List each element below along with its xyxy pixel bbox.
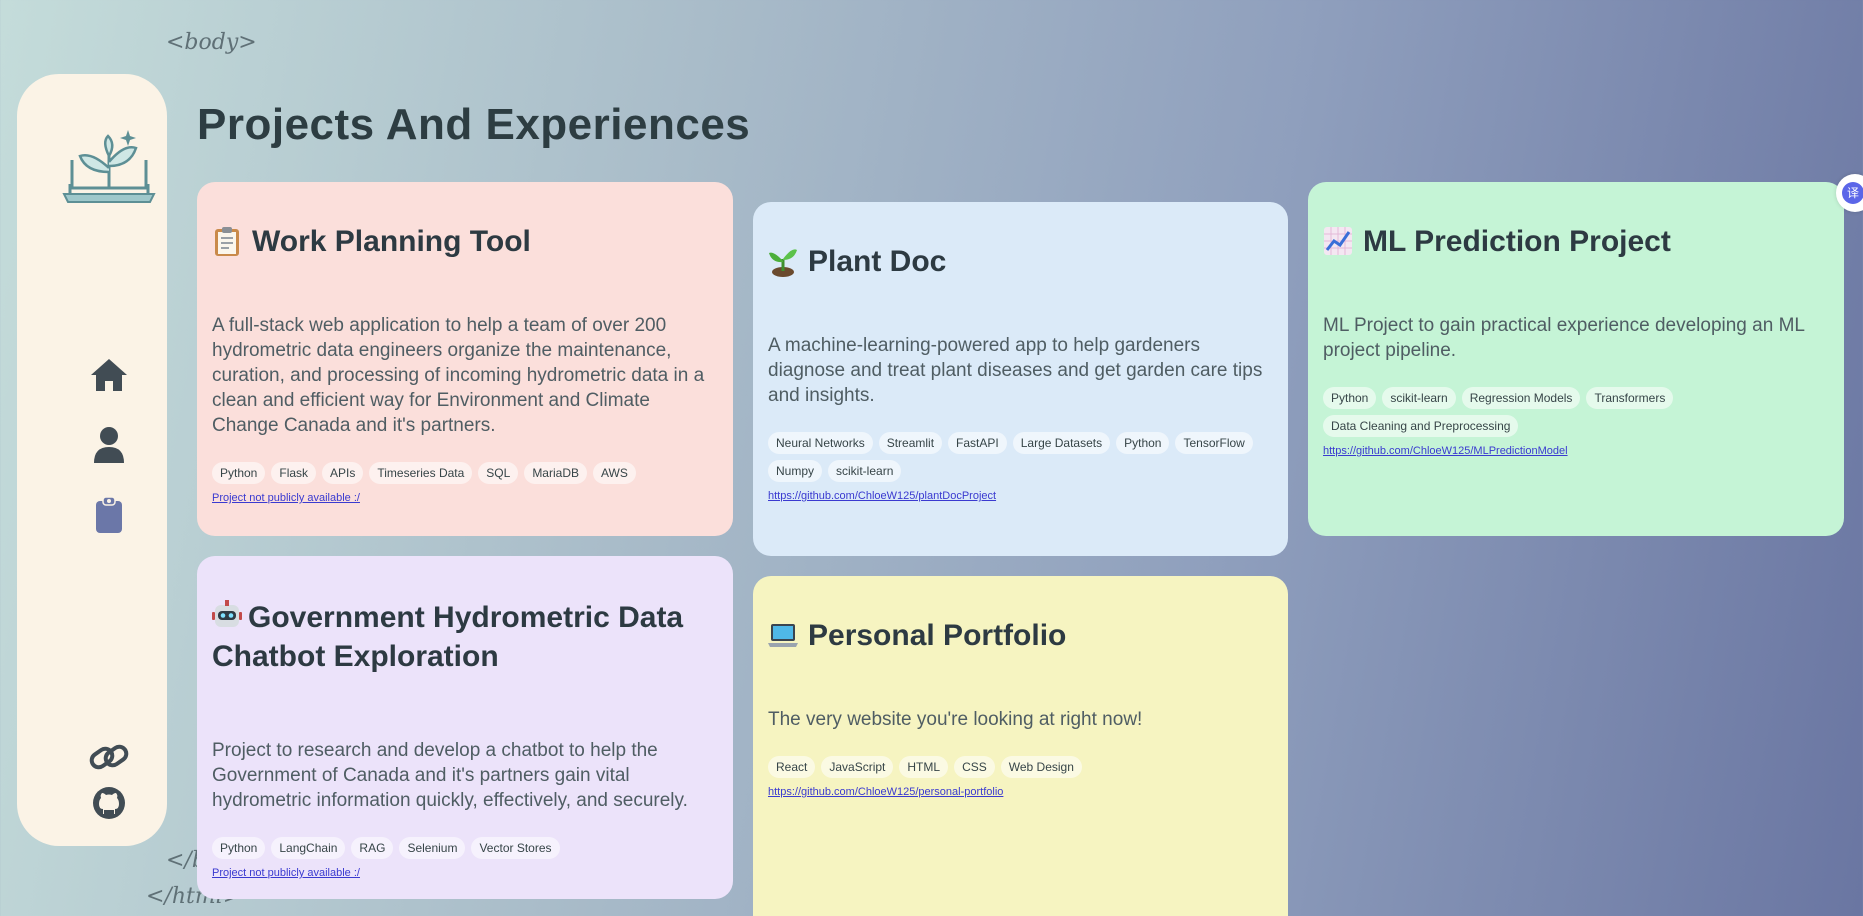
- project-card-plant-doc: Plant Doc A machine-learning-powered app…: [753, 202, 1288, 556]
- tag[interactable]: FastAPI: [948, 432, 1007, 454]
- tag[interactable]: APIs: [322, 462, 364, 484]
- page-title: Projects And Experiences: [197, 100, 751, 149]
- project-card-personal-portfolio: Personal Portfolio The very website you'…: [753, 576, 1288, 916]
- tag-list: Python LangChain RAG Selenium Vector Sto…: [212, 837, 718, 859]
- tag[interactable]: Transformers: [1586, 387, 1674, 409]
- tag-list: Python Flask APIs Timeseries Data SQL Ma…: [212, 462, 718, 484]
- project-title: ML Prediction Project: [1363, 225, 1671, 258]
- laptop-emoji-icon: [768, 619, 798, 651]
- project-card-work-planning-tool: Work Planning Tool A full-stack web appl…: [197, 182, 733, 536]
- tag[interactable]: JavaScript: [821, 756, 894, 778]
- tag[interactable]: Data Cleaning and Preprocessing: [1323, 415, 1519, 437]
- translate-icon: 译: [1842, 182, 1863, 204]
- project-link[interactable]: https://github.com/ChloeW125/MLPredictio…: [1323, 445, 1568, 457]
- tag[interactable]: Large Datasets: [1012, 432, 1111, 454]
- sidebar: [17, 74, 167, 846]
- tag[interactable]: AWS: [593, 462, 636, 484]
- robot-emoji-icon: [212, 599, 242, 631]
- tag[interactable]: Selenium: [399, 837, 466, 859]
- tag-list: Neural Networks Streamlit FastAPI Large …: [768, 432, 1273, 482]
- tag[interactable]: Python: [212, 837, 266, 859]
- tag[interactable]: scikit-learn: [828, 460, 902, 482]
- tag[interactable]: Flask: [271, 462, 317, 484]
- tag[interactable]: Python: [1323, 387, 1377, 409]
- github-icon: [93, 787, 125, 819]
- tag[interactable]: Web Design: [1000, 756, 1082, 778]
- project-title: Personal Portfolio: [808, 619, 1067, 652]
- project-card-ml-prediction: ML Prediction Project ML Project to gain…: [1308, 182, 1844, 536]
- nav-projects[interactable]: [71, 488, 147, 542]
- clipboard-icon: [96, 496, 122, 533]
- chart-increasing-emoji-icon: [1323, 225, 1353, 257]
- tag[interactable]: MariaDB: [524, 462, 587, 484]
- nav-about[interactable]: [71, 418, 147, 472]
- project-link[interactable]: Project not publicly available :/: [212, 492, 360, 504]
- link-icon: [89, 744, 129, 770]
- tag-list: Python scikit-learn Regression Models Tr…: [1323, 387, 1829, 437]
- tag[interactable]: Regression Models: [1461, 387, 1581, 409]
- project-link[interactable]: Project not publicly available :/: [212, 867, 360, 879]
- clipboard-emoji-icon: [212, 225, 242, 257]
- tag[interactable]: HTML: [899, 756, 949, 778]
- project-link[interactable]: https://github.com/ChloeW125/personal-po…: [768, 786, 1003, 798]
- tag[interactable]: Timeseries Data: [369, 462, 473, 484]
- tag-list: React JavaScript HTML CSS Web Design: [768, 756, 1273, 778]
- nav-home[interactable]: [71, 348, 147, 402]
- tag[interactable]: Python: [212, 462, 266, 484]
- tag[interactable]: Numpy: [768, 460, 823, 482]
- tag[interactable]: Streamlit: [878, 432, 943, 454]
- tag[interactable]: Vector Stores: [471, 837, 560, 859]
- seedling-emoji-icon: [768, 245, 798, 277]
- project-title: Work Planning Tool: [252, 225, 531, 258]
- project-description: The very website you're looking at right…: [768, 709, 1143, 730]
- nav-github[interactable]: [71, 776, 147, 830]
- deco-body-open-tag: <body>: [166, 30, 257, 55]
- tag[interactable]: SQL: [478, 462, 519, 484]
- project-title: Government Hydrometric Data Chatbot Expl…: [212, 601, 684, 673]
- tag[interactable]: Neural Networks: [768, 432, 873, 454]
- project-description: ML Project to gain practical experience …: [1323, 315, 1805, 361]
- plant-laptop-icon[interactable]: [62, 126, 156, 206]
- tag[interactable]: React: [768, 756, 816, 778]
- tag[interactable]: TensorFlow: [1175, 432, 1253, 454]
- project-description: A machine-learning-powered app to help g…: [768, 335, 1263, 406]
- project-link[interactable]: https://github.com/ChloeW125/plantDocPro…: [768, 490, 996, 502]
- tag[interactable]: Python: [1116, 432, 1170, 454]
- person-icon: [94, 427, 124, 463]
- project-card-hydrometric-chatbot: Government Hydrometric Data Chatbot Expl…: [197, 556, 733, 899]
- tag[interactable]: CSS: [954, 756, 995, 778]
- tag[interactable]: LangChain: [271, 837, 346, 859]
- project-description: Project to research and develop a chatbo…: [212, 740, 688, 811]
- home-icon: [91, 359, 127, 391]
- tag[interactable]: RAG: [351, 837, 394, 859]
- project-description: A full-stack web application to help a t…: [212, 315, 705, 436]
- tag[interactable]: scikit-learn: [1382, 387, 1456, 409]
- project-title: Plant Doc: [808, 245, 947, 278]
